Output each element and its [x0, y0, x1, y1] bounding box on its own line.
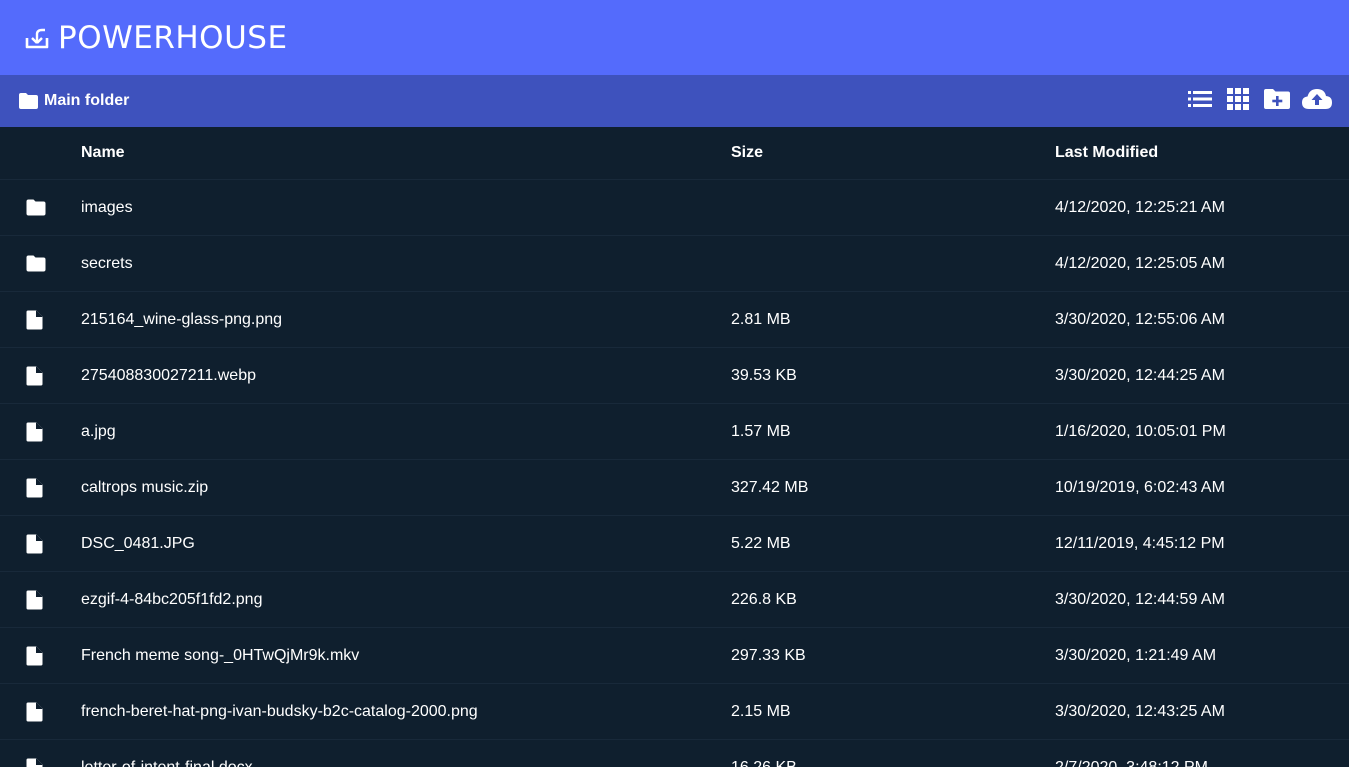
row-modified: 3/30/2020, 12:43:25 AM — [1055, 683, 1349, 740]
row-size — [731, 179, 1055, 236]
row-size: 2.81 MB — [731, 291, 1055, 348]
upload-button[interactable] — [1301, 86, 1333, 116]
new-folder-button[interactable] — [1263, 86, 1291, 116]
row-name[interactable]: caltrops music.zip — [81, 459, 731, 516]
file-row[interactable]: 215164_wine-glass-png.png 2.81 MB 3/30/202… — [0, 291, 1349, 348]
row-modified: 3/30/2020, 1:21:49 AM — [1055, 627, 1349, 684]
row-icon-cell — [0, 235, 81, 292]
row-name[interactable]: french-beret-hat-png-ivan-budsky-b2c-cat… — [81, 683, 731, 740]
file-row[interactable]: 275408830027211.webp 39.53 KB 3/30/2020, 1… — [0, 347, 1349, 404]
file-rows: images 4/12/2020, 12:25:21 AM secrets 4/12/… — [0, 179, 1349, 767]
download-tray-icon — [24, 25, 50, 51]
row-modified: 4/12/2020, 12:25:21 AM — [1055, 179, 1349, 236]
toolbar-actions — [1175, 86, 1333, 116]
row-size: 39.53 KB — [731, 347, 1055, 404]
row-modified: 3/30/2020, 12:44:25 AM — [1055, 347, 1349, 404]
grid-view-icon — [1227, 87, 1249, 115]
row-modified: 2/7/2020, 3:48:12 PM — [1055, 739, 1349, 767]
row-name[interactable]: images — [81, 179, 731, 236]
file-row[interactable]: DSC_0481.JPG 5.22 MB 12/11/2019, 4:45:12 P… — [0, 515, 1349, 572]
file-row[interactable]: french-beret-hat-png-ivan-budsky-b2c-cat… — [0, 683, 1349, 740]
row-modified: 1/16/2020, 10:05:01 PM — [1055, 403, 1349, 460]
folder-plus-icon — [1263, 88, 1291, 115]
row-modified: 10/19/2019, 6:02:43 AM — [1055, 459, 1349, 516]
table-header-row: Name Size Last Modified — [0, 127, 1349, 180]
row-icon-cell — [0, 571, 81, 628]
row-name[interactable]: 215164_wine-glass-png.png — [81, 291, 731, 348]
file-row[interactable]: caltrops music.zip 327.42 MB 10/19/2019, 6… — [0, 459, 1349, 516]
folder-row[interactable]: images 4/12/2020, 12:25:21 AM — [0, 179, 1349, 236]
toolbar: Main folder — [0, 75, 1349, 127]
row-size: 1.57 MB — [731, 403, 1055, 460]
grid-view-button[interactable] — [1227, 86, 1249, 116]
file-icon — [26, 478, 81, 498]
row-icon-cell — [0, 739, 81, 767]
row-name[interactable]: a.jpg — [81, 403, 731, 460]
row-size: 297.33 KB — [731, 627, 1055, 684]
row-icon-cell — [0, 403, 81, 460]
file-icon — [26, 646, 81, 666]
row-icon-cell — [0, 459, 81, 516]
cloud-upload-icon — [1301, 88, 1333, 115]
row-modified: 3/30/2020, 12:55:06 AM — [1055, 291, 1349, 348]
breadcrumb[interactable]: Main folder — [18, 92, 129, 110]
row-icon-cell — [0, 291, 81, 348]
file-row[interactable]: letter-of-intent-final.docx 16.26 KB 2/7/2… — [0, 739, 1349, 767]
row-name[interactable]: ezgif-4-84bc205f1fd2.png — [81, 571, 731, 628]
row-name[interactable]: 275408830027211.webp — [81, 347, 731, 404]
file-icon — [26, 590, 81, 610]
row-icon-cell — [0, 683, 81, 740]
file-icon — [26, 422, 81, 442]
row-size: 5.22 MB — [731, 515, 1055, 572]
file-icon — [26, 702, 81, 722]
file-table: Name Size Last Modified images 4/12/2020,… — [0, 127, 1349, 767]
row-name[interactable]: French meme song-_0HTwQjMr9k.mkv — [81, 627, 731, 684]
row-icon-cell — [0, 627, 81, 684]
row-size — [731, 235, 1055, 292]
file-row[interactable]: a.jpg 1.57 MB 1/16/2020, 10:05:01 PM — [0, 403, 1349, 460]
file-icon — [26, 310, 81, 330]
header-icon-spacer — [0, 127, 81, 180]
list-view-icon — [1187, 90, 1213, 113]
row-size: 2.15 MB — [731, 683, 1055, 740]
row-size: 327.42 MB — [731, 459, 1055, 516]
column-header-name[interactable]: Name — [81, 127, 731, 180]
row-icon-cell — [0, 179, 81, 236]
breadcrumb-label: Main folder — [44, 92, 130, 109]
file-row[interactable]: French meme song-_0HTwQjMr9k.mkv 297.33 K… — [0, 627, 1349, 684]
file-icon — [26, 534, 81, 554]
file-row[interactable]: ezgif-4-84bc205f1fd2.png 226.8 KB 3/30/202… — [0, 571, 1349, 628]
file-icon — [26, 758, 81, 767]
file-icon — [26, 366, 81, 386]
folder-icon — [26, 255, 81, 272]
row-name[interactable]: secrets — [81, 235, 731, 292]
row-size: 16.26 KB — [731, 739, 1055, 767]
row-name[interactable]: DSC_0481.JPG — [81, 515, 731, 572]
row-icon-cell — [0, 515, 81, 572]
column-header-modified[interactable]: Last Modified — [1055, 127, 1349, 180]
folder-icon — [18, 92, 39, 110]
row-icon-cell — [0, 347, 81, 404]
list-view-button[interactable] — [1187, 86, 1213, 116]
folder-row[interactable]: secrets 4/12/2020, 12:25:05 AM — [0, 235, 1349, 292]
row-size: 226.8 KB — [731, 571, 1055, 628]
row-modified: 4/12/2020, 12:25:05 AM — [1055, 235, 1349, 292]
row-modified: 3/30/2020, 12:44:59 AM — [1055, 571, 1349, 628]
column-header-size[interactable]: Size — [731, 127, 1055, 180]
brand-name: POWERHOUSE — [58, 19, 288, 56]
app-root: POWERHOUSE Main folder Name Size Last Mo… — [0, 0, 1349, 767]
row-modified: 12/11/2019, 4:45:12 PM — [1055, 515, 1349, 572]
row-name[interactable]: letter-of-intent-final.docx — [81, 739, 731, 767]
app-header: POWERHOUSE — [0, 0, 1349, 75]
folder-icon — [26, 199, 81, 216]
